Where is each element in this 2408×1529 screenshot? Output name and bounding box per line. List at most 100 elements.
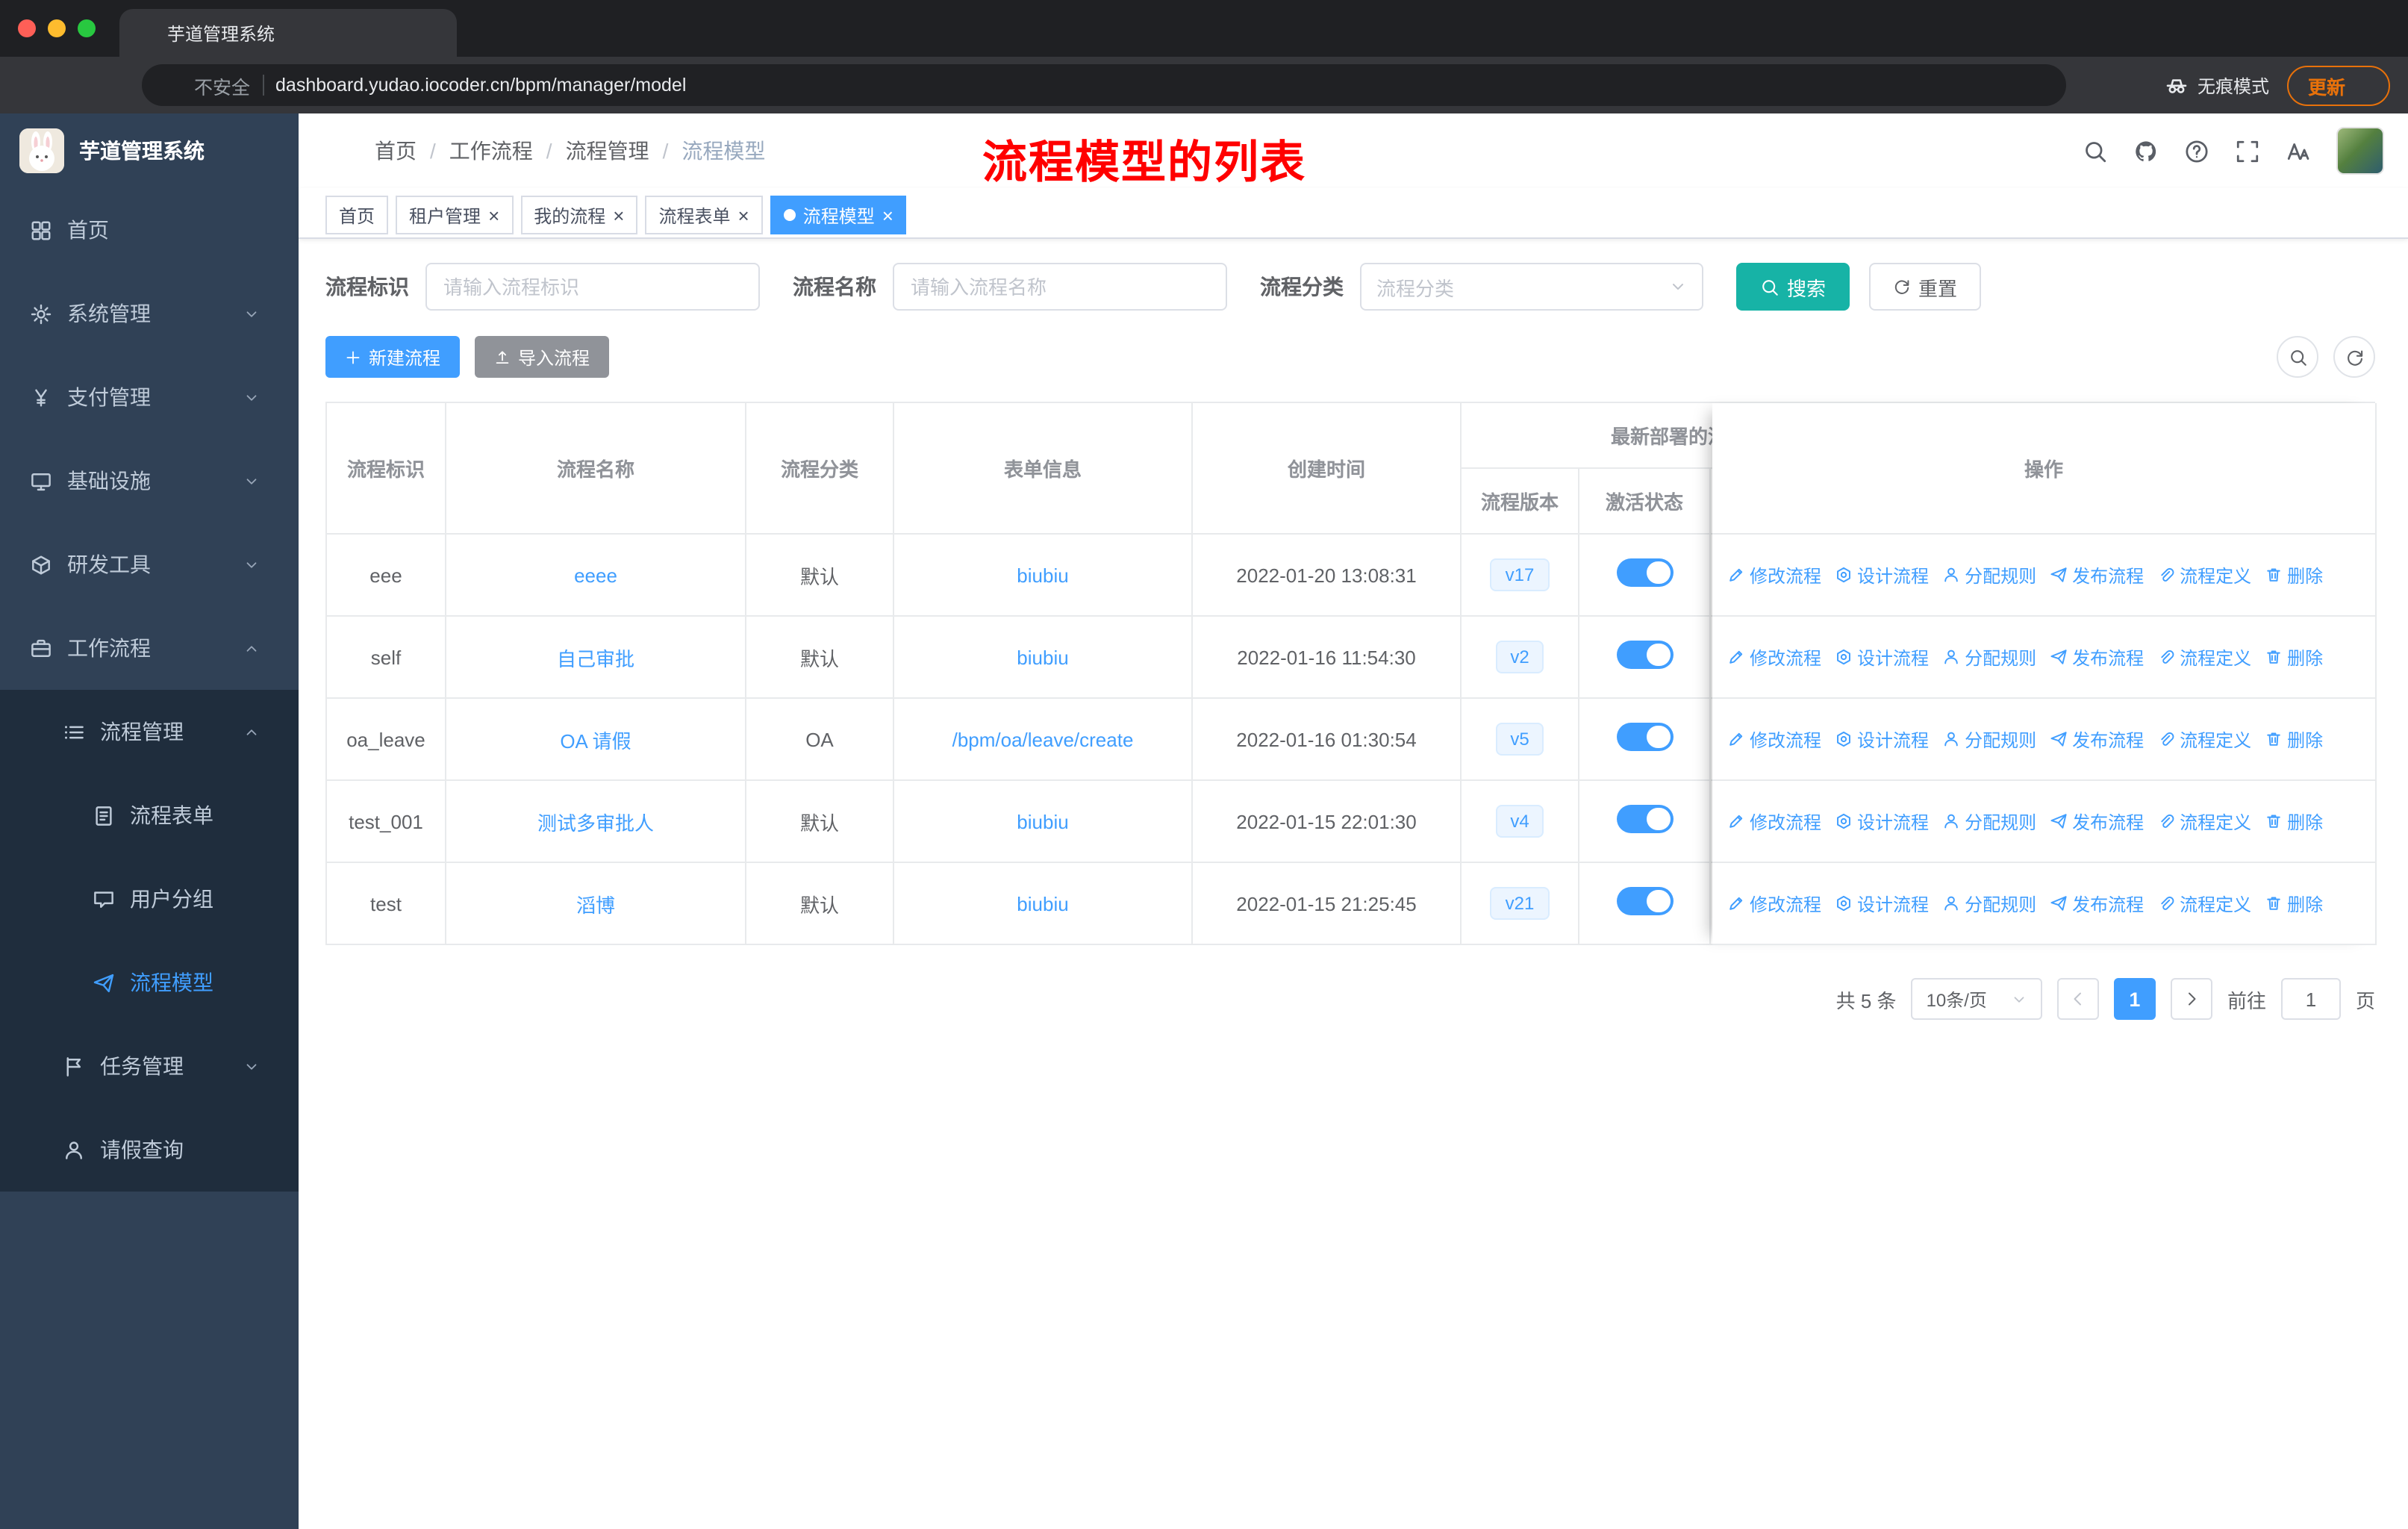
process-name-link[interactable]: 测试多审批人 [537,812,654,834]
action-publish[interactable]: 发布流程 [2050,644,2144,670]
tag-process-model[interactable]: 流程模型 × [770,196,907,234]
import-process-button[interactable]: 导入流程 [475,336,610,378]
goto-page-input[interactable] [2280,978,2341,1020]
back-button[interactable] [18,73,42,97]
active-status-toggle[interactable] [1616,558,1673,587]
process-name-link[interactable]: 滔博 [576,894,615,916]
form-info-link[interactable]: /bpm/oa/leave/create [952,728,1134,750]
action-assign-rule[interactable]: 分配规则 [1942,644,2036,670]
action-assign-rule[interactable]: 分配规则 [1942,809,2036,834]
breadcrumb-item[interactable]: 工作流程 [449,136,533,166]
form-info-link[interactable]: biubiu [1017,810,1068,832]
browser-menu-icon[interactable] [2356,75,2377,96]
header-search-button[interactable] [2083,138,2108,164]
sidebar-toggle-icon[interactable] [325,138,351,164]
action-definition[interactable]: 流程定义 [2157,644,2251,670]
action-assign-rule[interactable]: 分配规则 [1942,726,2036,752]
page-size-select[interactable]: 10条/页 [1911,978,2042,1020]
sidebar-item-workflow[interactable]: 工作流程 [0,606,299,690]
process-category-select[interactable]: 流程分类 [1360,263,1703,311]
sidebar-item-system[interactable]: 系统管理 [0,272,299,355]
refresh-table-button[interactable] [2333,336,2375,378]
action-design[interactable]: 设计流程 [1835,891,1929,916]
action-modify[interactable]: 修改流程 [1727,726,1821,752]
action-delete[interactable]: 删除 [2265,891,2323,916]
sidebar-item-home[interactable]: 首页 [0,188,299,272]
prev-page-button[interactable] [2056,978,2099,1020]
process-id-input[interactable] [425,263,760,311]
action-delete[interactable]: 删除 [2265,644,2323,670]
sidebar-item-payment[interactable]: 支付管理 [0,355,299,439]
action-design[interactable]: 设计流程 [1835,726,1929,752]
process-name-link[interactable]: eeee [574,564,617,586]
tag-tenant[interactable]: 租户管理 × [396,196,514,234]
sidebar-item-leave-query[interactable]: 请假查询 [0,1108,299,1192]
action-definition[interactable]: 流程定义 [2157,809,2251,834]
form-info-link[interactable]: biubiu [1017,892,1068,915]
sidebar-item-process-model[interactable]: 流程模型 [0,941,299,1024]
action-publish[interactable]: 发布流程 [2050,891,2144,916]
tag-close-icon[interactable]: × [882,205,893,225]
header-fullscreen-button[interactable] [2235,138,2260,164]
action-modify[interactable]: 修改流程 [1727,562,1821,588]
breadcrumb-item[interactable]: 流程管理 [566,136,649,166]
action-delete[interactable]: 删除 [2265,809,2323,834]
sidebar-item-infrastructure[interactable]: 基础设施 [0,439,299,523]
action-definition[interactable]: 流程定义 [2157,562,2251,588]
bookmark-star-icon[interactable] [2124,74,2147,96]
action-assign-rule[interactable]: 分配规则 [1942,891,2036,916]
tag-process-form[interactable]: 流程表单 × [645,196,763,234]
sidebar-item-user-group[interactable]: 用户分组 [0,857,299,941]
update-chip[interactable]: 更新 [2286,65,2390,105]
action-design[interactable]: 设计流程 [1835,809,1929,834]
action-publish[interactable]: 发布流程 [2050,562,2144,588]
tag-home[interactable]: 首页 [325,196,389,234]
header-fontsize-button[interactable] [2286,138,2311,164]
sidebar-item-task-management[interactable]: 任务管理 [0,1024,299,1108]
window-minimize-button[interactable] [48,19,66,37]
action-definition[interactable]: 流程定义 [2157,726,2251,752]
reset-button[interactable]: 重置 [1869,263,1982,311]
process-name-link[interactable]: 自己审批 [557,647,634,670]
action-modify[interactable]: 修改流程 [1727,891,1821,916]
sidebar-item-devtools[interactable]: 研发工具 [0,523,299,606]
create-process-button[interactable]: 新建流程 [325,336,461,378]
reload-button[interactable] [102,74,124,96]
action-delete[interactable]: 删除 [2265,562,2323,588]
forward-button[interactable] [60,73,84,97]
action-design[interactable]: 设计流程 [1835,644,1929,670]
toggle-search-button[interactable] [2277,336,2318,378]
tag-close-icon[interactable]: × [738,205,749,225]
action-modify[interactable]: 修改流程 [1727,644,1821,670]
window-close-button[interactable] [18,19,36,37]
process-name-link[interactable]: OA 请假 [560,729,631,752]
action-modify[interactable]: 修改流程 [1727,809,1821,834]
tab-close-icon[interactable] [425,26,442,43]
active-status-toggle[interactable] [1616,723,1673,751]
form-info-link[interactable]: biubiu [1017,646,1068,668]
tag-close-icon[interactable]: × [613,205,624,225]
password-manager-icon[interactable] [2084,74,2106,96]
breadcrumb-item[interactable]: 首页 [375,136,417,166]
action-assign-rule[interactable]: 分配规则 [1942,562,2036,588]
sidebar-item-process-management[interactable]: 流程管理 [0,690,299,773]
header-question-button[interactable] [2184,138,2209,164]
next-page-button[interactable] [2170,978,2212,1020]
address-bar[interactable]: 不安全 dashboard.yudao.iocoder.cn/bpm/manag… [142,64,2066,106]
page-number-button[interactable]: 1 [2113,978,2156,1020]
browser-tab[interactable]: 芋道管理系统 [119,9,457,57]
process-name-input[interactable] [893,263,1227,311]
form-info-link[interactable]: biubiu [1017,564,1068,586]
action-publish[interactable]: 发布流程 [2050,726,2144,752]
user-avatar[interactable] [2336,127,2384,175]
new-tab-button[interactable] [472,19,491,38]
sidebar-item-process-form[interactable]: 流程表单 [0,773,299,857]
active-status-toggle[interactable] [1616,641,1673,669]
header-github-button[interactable] [2133,138,2159,164]
window-zoom-button[interactable] [78,19,96,37]
action-delete[interactable]: 删除 [2265,726,2323,752]
tag-my-process[interactable]: 我的流程 × [520,196,638,234]
search-button[interactable]: 搜索 [1736,263,1850,311]
action-design[interactable]: 设计流程 [1835,562,1929,588]
active-status-toggle[interactable] [1616,805,1673,833]
